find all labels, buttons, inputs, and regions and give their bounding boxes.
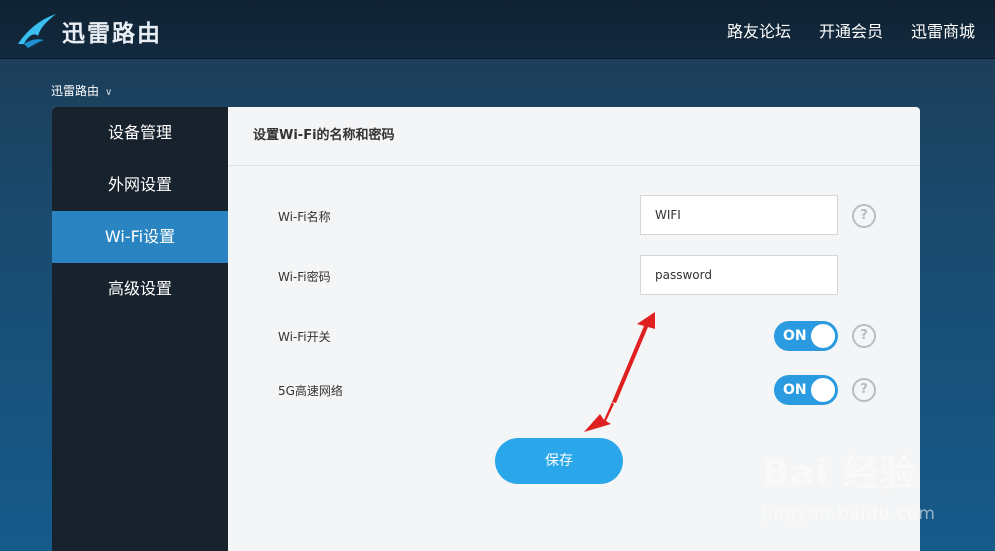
router-selector[interactable]: 迅雷路由 ∨ bbox=[51, 82, 112, 99]
wifi-name-label: Wi-Fi名称 bbox=[278, 210, 331, 224]
sidebar-item-device-management[interactable]: 设备管理 bbox=[52, 107, 228, 159]
sidebar: 设备管理 外网设置 Wi-Fi设置 高级设置 bbox=[52, 107, 228, 551]
toggle-knob bbox=[811, 378, 835, 402]
watermark-main: Bai 经验 bbox=[762, 453, 917, 494]
xunlei-logo-icon[interactable] bbox=[14, 10, 58, 50]
top-bar: 迅雷路由 路友论坛 开通会员 迅雷商城 bbox=[0, 0, 995, 59]
router-selector-label: 迅雷路由 bbox=[51, 84, 100, 98]
wifi-switch-state: ON bbox=[783, 328, 807, 344]
wifi-switch-label: Wi-Fi开关 bbox=[278, 330, 331, 344]
chevron-down-icon: ∨ bbox=[105, 87, 113, 98]
brand-title: 迅雷路由 bbox=[62, 21, 162, 47]
fiveg-state: ON bbox=[783, 382, 807, 398]
section-title: 设置Wi-Fi的名称和密码 bbox=[228, 107, 920, 166]
nav-link-forum[interactable]: 路友论坛 bbox=[727, 18, 791, 42]
nav-link-membership[interactable]: 开通会员 bbox=[819, 18, 883, 42]
wifi-name-input[interactable]: WIFI bbox=[640, 195, 838, 235]
nav-link-store[interactable]: 迅雷商城 bbox=[911, 18, 975, 42]
fiveg-toggle[interactable]: ON bbox=[774, 375, 838, 405]
help-icon[interactable]: ? bbox=[852, 324, 876, 348]
help-icon[interactable]: ? bbox=[852, 204, 876, 228]
sidebar-item-wan-settings[interactable]: 外网设置 bbox=[52, 159, 228, 211]
toggle-knob bbox=[811, 324, 835, 348]
wifi-password-input[interactable]: password bbox=[640, 255, 838, 295]
save-button[interactable]: 保存 bbox=[495, 438, 623, 484]
sidebar-item-advanced-settings[interactable]: 高级设置 bbox=[52, 263, 228, 315]
sidebar-item-wifi-settings[interactable]: Wi-Fi设置 bbox=[52, 211, 228, 263]
watermark-sub: jingyan.baidu.com bbox=[762, 504, 936, 524]
help-icon[interactable]: ? bbox=[852, 378, 876, 402]
fiveg-label: 5G高速网络 bbox=[278, 384, 343, 398]
baidu-jingyan-watermark: Bai 经验 jingyan.baidu.com bbox=[762, 444, 982, 534]
top-nav: 路友论坛 开通会员 迅雷商城 bbox=[727, 18, 975, 42]
wifi-password-label: Wi-Fi密码 bbox=[278, 270, 331, 284]
wifi-switch-toggle[interactable]: ON bbox=[774, 321, 838, 351]
